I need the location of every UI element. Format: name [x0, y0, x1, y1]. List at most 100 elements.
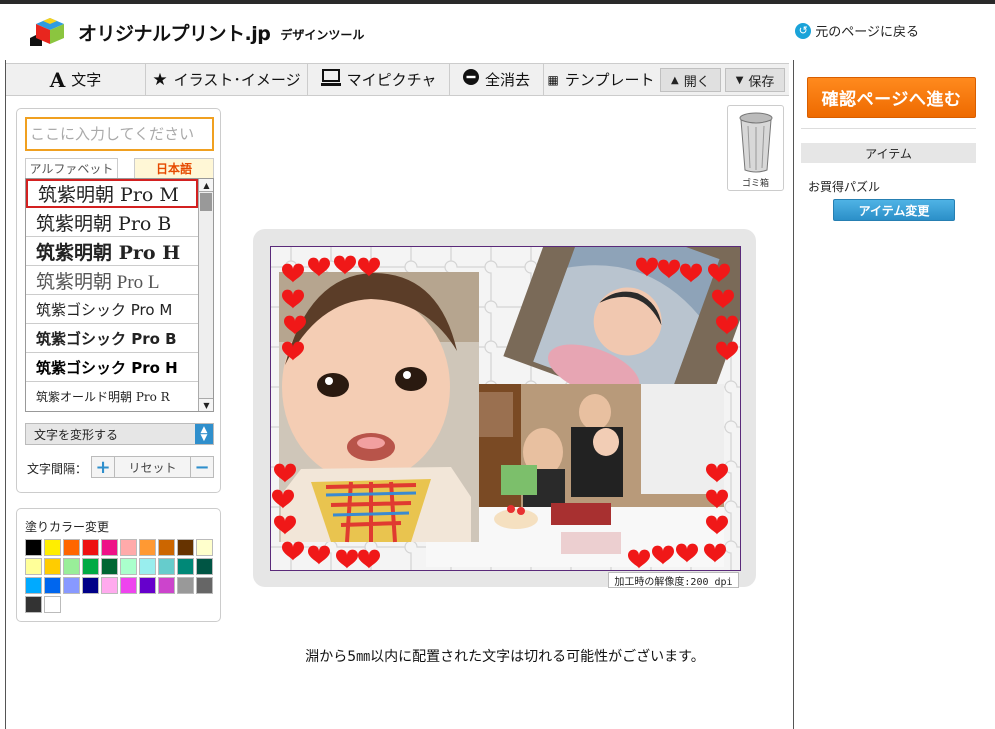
font-item[interactable]: 筑紫ゴシック Pro H: [26, 353, 198, 382]
font-list-scrollbar[interactable]: ▲ ▼: [198, 179, 213, 411]
color-swatch[interactable]: [82, 539, 99, 556]
fill-color-title: 塗りカラー変更: [25, 520, 110, 534]
main-toolbar: A 文字 ★ イラスト･イメージ マイピクチャ 全消去 ▦ テンプレート ▲ 開…: [6, 63, 789, 96]
open-label: 開く: [683, 74, 710, 90]
tab-template-label: テンプレート: [564, 71, 655, 89]
text-input[interactable]: [25, 117, 214, 151]
proceed-confirm-button[interactable]: 確認ページへ進む: [807, 77, 976, 118]
clear-all-button[interactable]: 全消去: [450, 64, 544, 95]
tab-japanese[interactable]: 日本語: [134, 158, 214, 178]
color-swatch[interactable]: [158, 539, 175, 556]
trash-icon: [739, 112, 772, 173]
transform-text-label: 文字を変形する: [34, 427, 119, 442]
font-item[interactable]: 筑紫明朝 Pro M: [26, 179, 198, 208]
color-swatch[interactable]: [82, 577, 99, 594]
back-arrow-icon: ↺: [795, 22, 812, 39]
tab-text[interactable]: A 文字: [6, 64, 146, 95]
color-swatch[interactable]: [101, 577, 118, 594]
spacing-reset-button[interactable]: リセット: [115, 456, 190, 478]
color-swatch[interactable]: [139, 558, 156, 575]
scroll-down-icon[interactable]: ▼: [199, 398, 213, 411]
fill-color-panel: 塗りカラー変更: [16, 508, 221, 622]
color-swatch[interactable]: [25, 577, 42, 594]
color-swatch[interactable]: [25, 539, 42, 556]
color-swatch[interactable]: [44, 539, 61, 556]
select-chevron-icon: ▲ ▼: [195, 424, 213, 444]
color-swatch[interactable]: [177, 539, 194, 556]
logo-subtitle: デザインツール: [280, 27, 365, 42]
text-panel: アルファベット 日本語 筑紫明朝 Pro M 筑紫明朝 Pro B 筑紫明朝 P…: [16, 108, 221, 493]
up-arrow-icon: ▲: [671, 74, 679, 86]
font-item[interactable]: 筑紫明朝 Pro B: [26, 208, 198, 237]
save-button[interactable]: ▼ 保存: [724, 68, 786, 92]
color-swatch[interactable]: [63, 577, 80, 594]
grid-icon: ▦: [547, 72, 559, 87]
font-item[interactable]: 筑紫ゴシック Pro M: [26, 295, 198, 324]
color-swatch[interactable]: [196, 539, 213, 556]
color-swatch[interactable]: [63, 539, 80, 556]
tab-template[interactable]: ▦ テンプレート: [544, 64, 658, 95]
font-item[interactable]: 筑紫明朝 Pro H: [26, 237, 198, 266]
change-item-button[interactable]: アイテム変更: [833, 199, 955, 221]
back-link-label: 元のページに戻る: [815, 25, 919, 40]
tab-alphabet[interactable]: アルファベット: [25, 158, 118, 178]
color-swatch[interactable]: [196, 558, 213, 575]
transform-text-select[interactable]: 文字を変形する ▲ ▼: [25, 423, 214, 445]
scroll-up-icon[interactable]: ▲: [199, 179, 213, 192]
header: オリジナルプリント.jp デザインツール ↺ 元のページに戻る: [0, 4, 995, 60]
spacing-label: 文字間隔：: [27, 462, 88, 476]
photo-baby-face[interactable]: [279, 272, 479, 543]
color-swatch[interactable]: [196, 577, 213, 594]
margin-notice: 淵から5㎜以内に配置された文字は切れる可能性がございます。: [305, 649, 705, 665]
back-to-page-link[interactable]: ↺ 元のページに戻る: [795, 21, 919, 40]
color-swatch[interactable]: [177, 558, 194, 575]
trash-button[interactable]: ゴミ箱: [727, 105, 784, 191]
color-swatch[interactable]: [25, 596, 42, 613]
color-swatch[interactable]: [177, 577, 194, 594]
minus-circle-icon: [462, 69, 479, 90]
color-swatch[interactable]: [120, 577, 137, 594]
color-swatch[interactable]: [158, 558, 175, 575]
color-swatch[interactable]: [44, 577, 61, 594]
trash-label: ゴミ箱: [741, 179, 769, 189]
color-swatch[interactable]: [120, 539, 137, 556]
color-swatch[interactable]: [44, 558, 61, 575]
color-swatch[interactable]: [101, 539, 118, 556]
color-swatch[interactable]: [120, 558, 137, 575]
right-panel-divider: [801, 128, 976, 129]
down-arrow-icon: ▼: [735, 74, 744, 86]
color-swatch[interactable]: [63, 558, 80, 575]
tab-illustration[interactable]: ★ イラスト･イメージ: [146, 64, 308, 95]
logo-cube-icon: [30, 18, 64, 46]
logo-text: オリジナルプリント.jp: [78, 22, 271, 45]
clear-all-label: 全消去: [484, 71, 530, 89]
tab-my-picture[interactable]: マイピクチャ: [308, 64, 450, 95]
logo[interactable]: オリジナルプリント.jp デザインツール: [28, 14, 364, 50]
spacing-plus-button[interactable]: +: [91, 456, 115, 478]
color-swatch[interactable]: [44, 596, 61, 613]
tab-my-picture-label: マイピクチャ: [346, 71, 437, 89]
item-name: お買得パズル: [808, 180, 881, 194]
tab-text-label: 文字: [71, 71, 102, 89]
font-item[interactable]: 筑紫ゴシック Pro B: [26, 324, 198, 353]
spacing-minus-button[interactable]: −: [190, 456, 214, 478]
star-icon: ★: [152, 69, 168, 90]
monitor-icon: [320, 68, 341, 91]
color-swatch[interactable]: [101, 558, 118, 575]
color-swatch[interactable]: [158, 577, 175, 594]
color-swatch[interactable]: [82, 558, 99, 575]
scroll-thumb[interactable]: [200, 193, 212, 211]
tab-illustration-label: イラスト･イメージ: [173, 71, 301, 89]
text-a-icon: A: [49, 67, 66, 92]
open-button[interactable]: ▲ 開く: [660, 68, 721, 92]
color-swatch[interactable]: [139, 577, 156, 594]
font-item[interactable]: 筑紫明朝 Pro L: [26, 266, 198, 295]
design-canvas[interactable]: [270, 246, 741, 571]
color-swatch[interactable]: [139, 539, 156, 556]
save-label: 保存: [748, 74, 775, 90]
puzzle-photo-collage: [271, 247, 740, 570]
font-list: 筑紫明朝 Pro M 筑紫明朝 Pro B 筑紫明朝 Pro H 筑紫明朝 Pr…: [25, 178, 214, 412]
resolution-badge: 加工時の解像度:200 dpi: [608, 572, 739, 588]
font-item[interactable]: 筑紫オールド明朝 Pro R: [26, 382, 198, 411]
color-swatch[interactable]: [25, 558, 42, 575]
